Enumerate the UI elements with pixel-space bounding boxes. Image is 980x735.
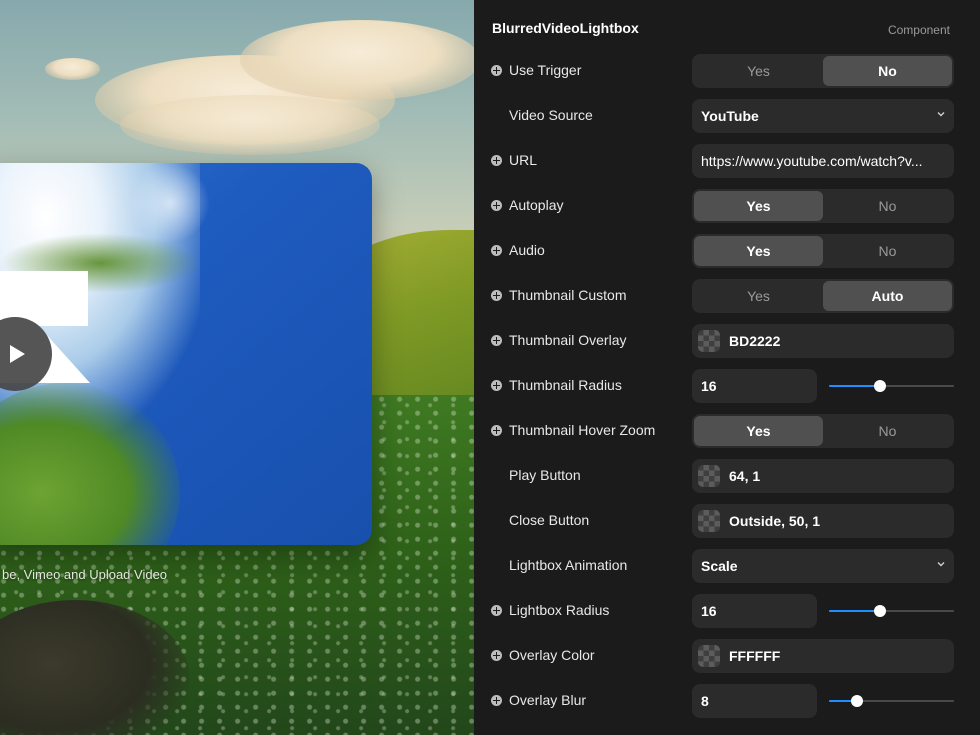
plus-circle-icon[interactable] [491,290,502,301]
settings-swatch-icon[interactable] [698,510,720,532]
property-label: Overlay Color [509,647,595,663]
chevron-down-icon [937,562,945,567]
row-thumbnail-overlay: Thumbnail Overlay BD2222 [474,324,980,358]
play-icon [10,345,25,363]
sky-cloud [120,95,380,155]
close-button-settings[interactable]: Outside, 50, 1 [692,504,954,538]
plus-circle-icon[interactable] [491,380,502,391]
property-label: URL [509,152,538,168]
row-use-trigger: Use Trigger Yes No [474,54,980,88]
property-label: Thumbnail Radius [509,377,622,393]
component-badge: Component [887,23,950,37]
property-label: Lightbox Animation [509,557,628,573]
slider-thumb[interactable] [850,695,863,707]
segment-option[interactable]: No [823,191,952,221]
segment-option[interactable]: Yes [694,191,823,221]
component-title: BlurredVideoLightbox [492,20,639,36]
settings-value: Outside, 50, 1 [729,513,821,529]
sky-cloud [240,20,474,100]
settings-value: 64, 1 [729,468,761,484]
slider-thumb[interactable] [874,605,887,617]
url-input[interactable]: https://www.youtube.com/watch?v... [692,144,954,178]
segment-option[interactable]: Yes [694,416,823,446]
row-video-source: Video Source YouTube [474,99,980,133]
row-close-button: Close Button Outside, 50, 1 [474,504,980,538]
thumbnail-radius-input[interactable]: 16 [692,369,817,403]
property-label: Close Button [509,512,590,528]
plus-circle-icon[interactable] [491,200,502,211]
property-label: Autoplay [509,197,564,213]
row-lightbox-radius: Lightbox Radius 16 [474,594,980,628]
segment-option[interactable]: No [823,56,952,86]
segment-option[interactable]: Yes [694,281,823,311]
lightbox-radius-slider[interactable] [829,605,954,617]
row-autoplay: Autoplay Yes No [474,189,980,223]
overlay-blur-slider[interactable] [829,695,954,707]
row-thumbnail-custom: Thumbnail Custom Yes Auto [474,279,980,313]
thumbnail-custom-toggle: Yes Auto [692,279,954,313]
row-lightbox-animation: Lightbox Animation Scale [474,549,980,583]
video-caption: be, Vimeo and Upload Video [2,567,168,582]
app-root: be, Vimeo and Upload Video BlurredVideoL… [0,0,980,735]
select-value: Scale [701,558,738,574]
thumbnail-radius-slider[interactable] [829,380,954,392]
property-label: Lightbox Radius [509,602,610,618]
row-overlay-color: Overlay Color FFFFFF [474,639,980,673]
property-label: Play Button [509,467,581,483]
plus-circle-icon[interactable] [491,695,502,706]
thumbnail-overlay-color[interactable]: BD2222 [692,324,954,358]
video-thumbnail[interactable] [0,163,372,545]
segment-option[interactable]: Yes [694,236,823,266]
row-thumbnail-radius: Thumbnail Radius 16 [474,369,980,403]
plus-circle-icon[interactable] [491,605,502,616]
property-label: Thumbnail Custom [509,287,627,303]
plus-circle-icon[interactable] [491,65,502,76]
chevron-down-icon [937,112,945,117]
slider-fill [829,610,881,612]
overlay-color-picker[interactable]: FFFFFF [692,639,954,673]
color-value: BD2222 [729,333,781,349]
property-label: Use Trigger [509,62,582,78]
row-audio: Audio Yes No [474,234,980,268]
row-thumbnail-hover-zoom: Thumbnail Hover Zoom Yes No [474,414,980,448]
panel-header: BlurredVideoLightbox Component [474,0,980,50]
row-overlay-blur: Overlay Blur 8 [474,684,980,718]
segment-option[interactable]: Yes [694,56,823,86]
property-label: Thumbnail Overlay [509,332,627,348]
lightbox-radius-input[interactable]: 16 [692,594,817,628]
sky-cloud [45,58,100,80]
slider-thumb[interactable] [874,380,887,392]
play-button-settings[interactable]: 64, 1 [692,459,954,493]
settings-swatch-icon[interactable] [698,465,720,487]
property-label: Audio [509,242,545,258]
row-play-button: Play Button 64, 1 [474,459,980,493]
row-url: URL https://www.youtube.com/watch?v... [474,144,980,178]
thumbnail-hover-zoom-toggle: Yes No [692,414,954,448]
plus-circle-icon[interactable] [491,335,502,346]
thumbnail-cloud [130,163,210,243]
plus-circle-icon[interactable] [491,245,502,256]
property-label: Overlay Blur [509,692,587,708]
slider-fill [829,385,881,387]
property-label: Thumbnail Hover Zoom [509,422,656,438]
segment-option[interactable]: No [823,416,952,446]
overlay-blur-input[interactable]: 8 [692,684,817,718]
lightbox-animation-select[interactable]: Scale [692,549,954,583]
properties-panel: BlurredVideoLightbox Component Use Trigg… [474,0,980,735]
color-swatch-icon[interactable] [698,645,720,667]
audio-toggle: Yes No [692,234,954,268]
color-swatch-icon[interactable] [698,330,720,352]
segment-option[interactable]: No [823,236,952,266]
plus-circle-icon[interactable] [491,650,502,661]
color-value: FFFFFF [729,648,781,664]
segment-option[interactable]: Auto [823,281,952,311]
use-trigger-toggle: Yes No [692,54,954,88]
video-source-select[interactable]: YouTube [692,99,954,133]
preview-canvas: be, Vimeo and Upload Video [0,0,474,735]
plus-circle-icon[interactable] [491,155,502,166]
plus-circle-icon[interactable] [491,425,502,436]
autoplay-toggle: Yes No [692,189,954,223]
select-value: YouTube [701,108,759,124]
property-label: Video Source [509,107,593,123]
